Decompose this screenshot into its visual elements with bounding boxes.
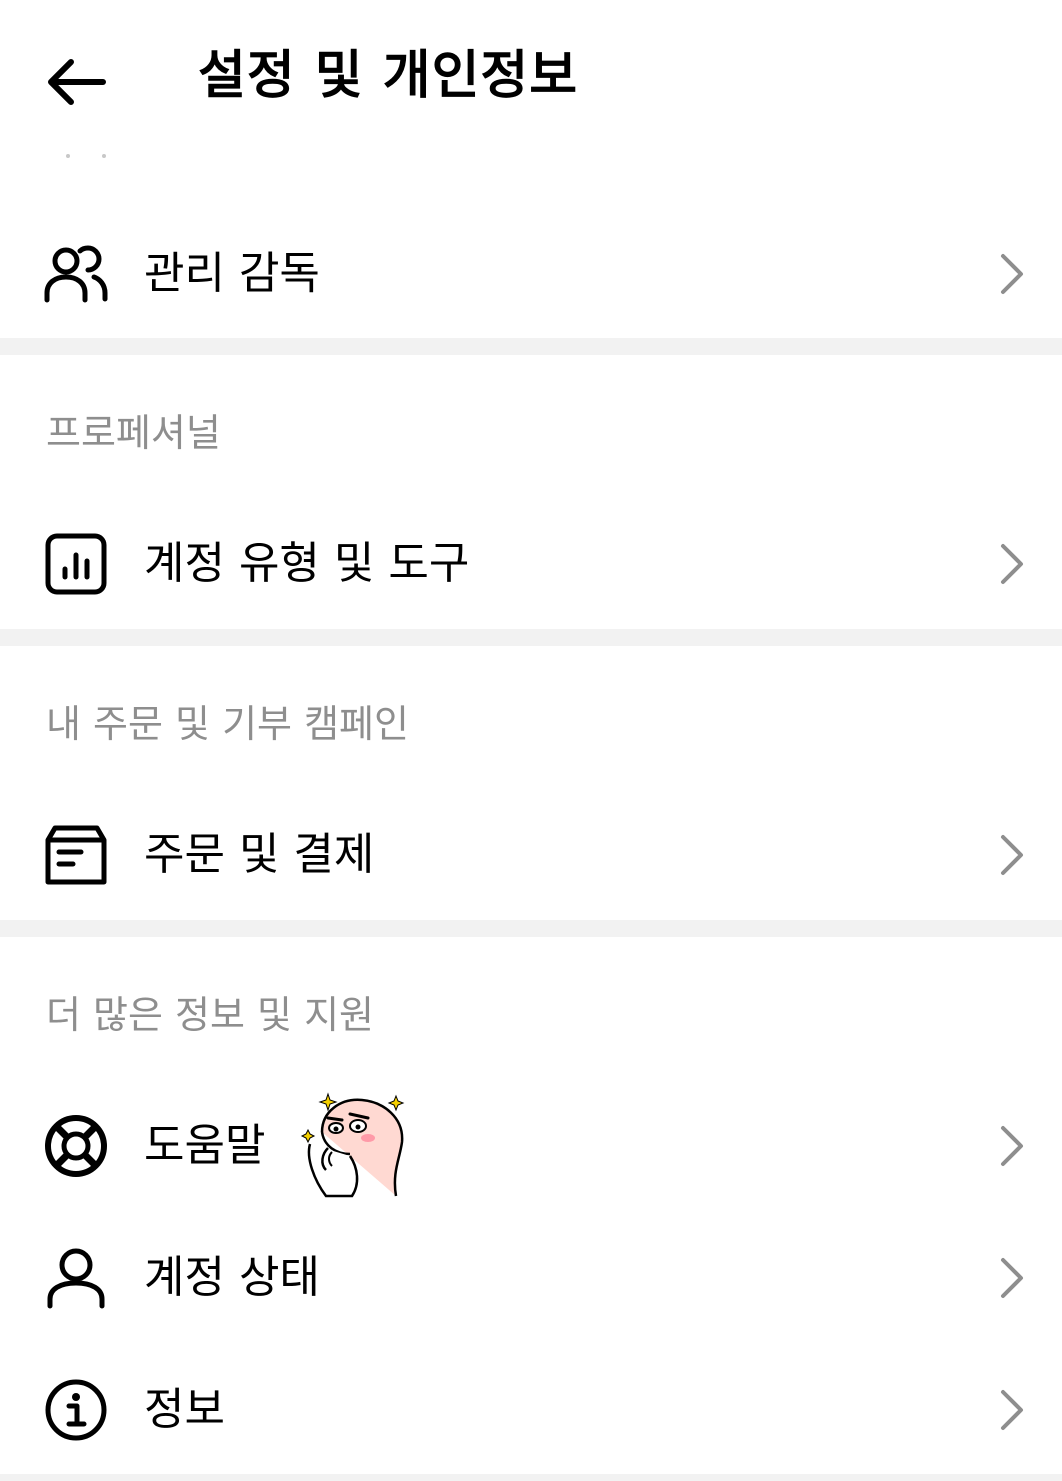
account-tools-item[interactable]: 계정 유형 및 도구 xyxy=(0,504,1062,624)
section-divider xyxy=(0,1474,1062,1481)
section-divider xyxy=(0,920,1062,937)
chevron-right-icon xyxy=(992,831,1032,879)
scroll-indicator xyxy=(66,154,112,162)
top-bar: 설정 및 개인정보 xyxy=(0,0,1062,150)
info-icon xyxy=(40,1374,112,1446)
chart-icon xyxy=(40,528,112,600)
about-item[interactable]: 정보 xyxy=(0,1350,1062,1470)
supervision-item[interactable]: 관리 감독 xyxy=(0,214,1062,334)
chevron-right-icon xyxy=(992,1254,1032,1302)
orders-item[interactable]: 주문 및 결제 xyxy=(0,795,1062,915)
arrow-left-icon xyxy=(48,59,106,105)
account-tools-label: 계정 유형 및 도구 xyxy=(144,538,470,589)
people-icon xyxy=(40,238,112,310)
lifebuoy-icon xyxy=(40,1110,112,1182)
chevron-right-icon xyxy=(992,1386,1032,1434)
page-title: 설정 및 개인정보 xyxy=(198,46,579,106)
help-item[interactable]: 도움말 xyxy=(0,1086,1062,1206)
box-icon xyxy=(40,819,112,891)
section-divider xyxy=(0,338,1062,355)
section-header-more-info: 더 많은 정보 및 지원 xyxy=(46,993,374,1037)
section-divider xyxy=(0,629,1062,646)
orders-label: 주문 및 결제 xyxy=(144,829,375,880)
back-button[interactable] xyxy=(40,46,112,118)
account-status-label: 계정 상태 xyxy=(144,1252,320,1303)
about-label: 정보 xyxy=(144,1384,225,1435)
section-header-orders: 내 주문 및 기부 캠페인 xyxy=(46,702,409,746)
account-status-item[interactable]: 계정 상태 xyxy=(0,1218,1062,1338)
help-label: 도움말 xyxy=(144,1120,266,1171)
chevron-right-icon xyxy=(992,540,1032,588)
chevron-right-icon xyxy=(992,1122,1032,1170)
person-icon xyxy=(40,1242,112,1314)
section-header-professional: 프로페셔널 xyxy=(46,411,221,455)
supervision-label: 관리 감독 xyxy=(144,248,320,299)
chevron-right-icon xyxy=(992,250,1032,298)
character-sticker xyxy=(300,1088,412,1200)
